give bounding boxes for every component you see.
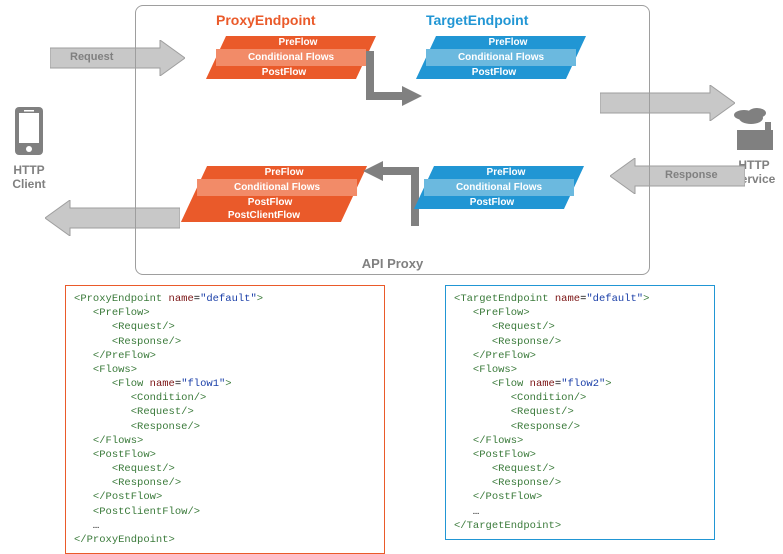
request-label: Request [70,51,113,63]
connector-top [364,46,424,116]
proxy-endpoint-xml: <ProxyEndpoint name="default"> <PreFlow>… [65,285,385,554]
preflow-label: PreFlow [433,36,583,49]
client-label-2: Client [0,177,58,191]
conditional-label: Conditional Flows [216,49,366,66]
proxy-response-block: PreFlow Conditional Flows PostFlow PostC… [181,166,367,222]
client-label-1: HTTP [0,163,58,177]
postflow-label: PostFlow [190,196,350,209]
target-endpoint-title: TargetEndpoint [426,12,528,28]
preflow-label: PreFlow [431,166,581,179]
conditional-label: Conditional Flows [426,49,576,66]
postclient-label: PostClientFlow [184,209,344,222]
target-response-block: PreFlow Conditional Flows PostFlow [414,166,584,209]
preflow-label: PreFlow [204,166,364,179]
postflow-label: PostFlow [209,66,359,79]
conditional-label: Conditional Flows [424,179,574,196]
proxy-endpoint-title: ProxyEndpoint [216,12,316,28]
target-endpoint-xml: <TargetEndpoint name="default"> <PreFlow… [445,285,715,540]
api-proxy-box: ProxyEndpoint TargetEndpoint API Proxy P… [135,5,650,275]
postflow-label: PostFlow [419,66,569,79]
conditional-label: Conditional Flows [197,179,357,196]
connector-bottom [361,161,421,231]
proxy-request-block: PreFlow Conditional Flows PostFlow [206,36,376,79]
postflow-label: PostFlow [417,196,567,209]
response-label: Response [665,169,718,181]
factory-icon [729,105,779,155]
target-request-block: PreFlow Conditional Flows PostFlow [416,36,586,79]
mobile-phone-icon [11,105,47,160]
http-client: HTTP Client [0,105,58,191]
api-proxy-footer: API Proxy [136,256,649,271]
preflow-label: PreFlow [223,36,373,49]
